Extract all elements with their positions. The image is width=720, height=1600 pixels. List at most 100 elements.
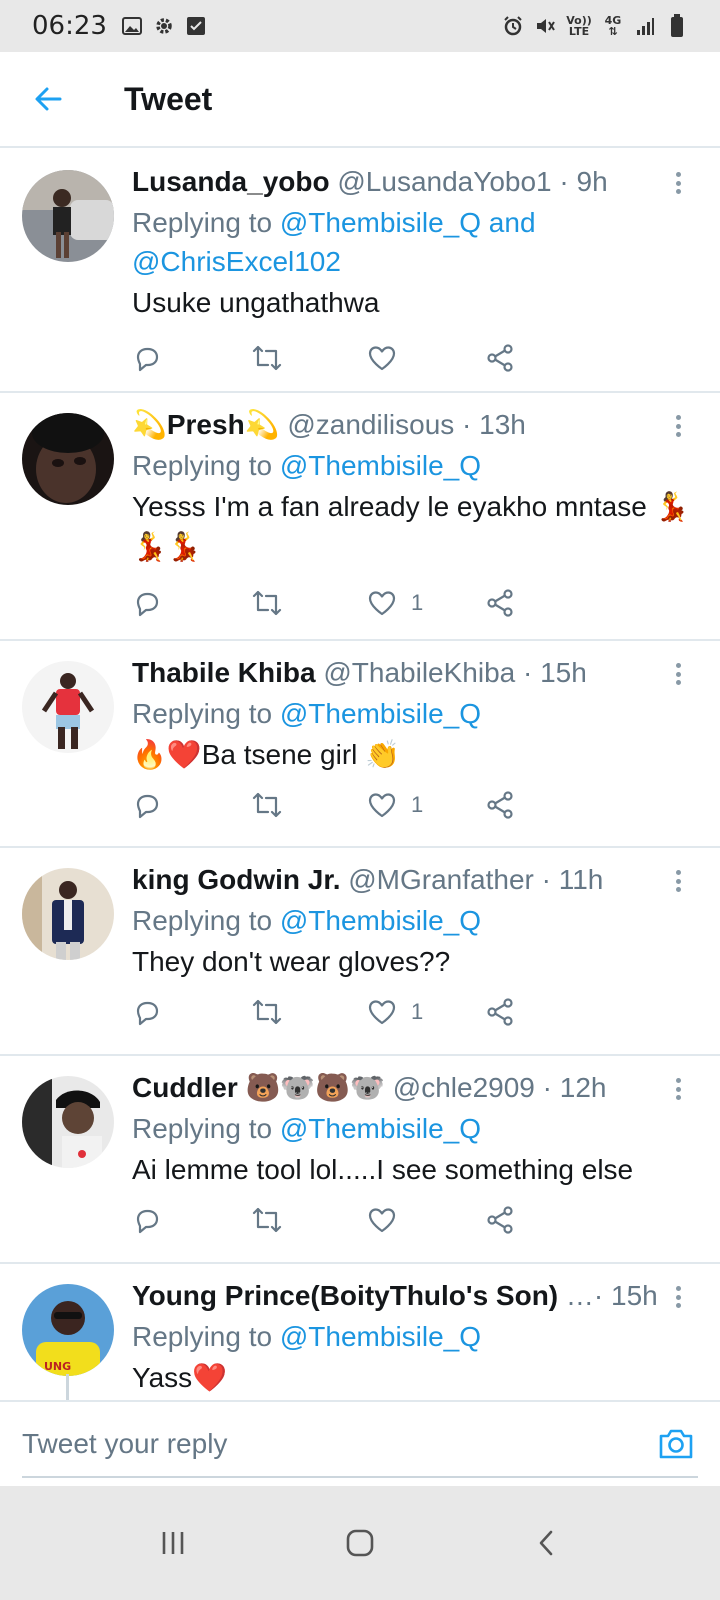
- tweet-text: Ai lemme tool lol.....I see something el…: [132, 1154, 634, 1185]
- tweet-item[interactable]: king Godwin Jr. @MGranfather · 11h Reply…: [0, 848, 720, 1056]
- recent-apps-button[interactable]: [143, 1513, 203, 1573]
- tweet-item[interactable]: Cuddler 🐻🐨🐻🐨 @chle2909 · 12h Replying to…: [0, 1056, 720, 1264]
- like-button[interactable]: 1: [367, 785, 485, 825]
- author-name[interactable]: 💫Presh💫: [132, 409, 280, 440]
- reply-icon: [136, 794, 159, 819]
- like-button[interactable]: [367, 1200, 485, 1240]
- mute-icon: [534, 15, 556, 37]
- retweet-button[interactable]: [250, 992, 368, 1032]
- back-button[interactable]: [18, 69, 78, 129]
- more-options-icon[interactable]: [666, 659, 690, 689]
- reply-feed[interactable]: Lusanda_yobo @LusandaYobo1 · 9h Replying…: [0, 150, 720, 1400]
- author-name[interactable]: king Godwin Jr.: [132, 864, 340, 895]
- signal-icon: [634, 15, 656, 37]
- share-icon: [486, 998, 513, 1026]
- reply-icon: [136, 347, 159, 372]
- gear-icon: [153, 15, 175, 37]
- like-icon: [368, 793, 396, 818]
- tweet-item[interactable]: 💫Presh💫 @zandilisous · 13h Replying to @…: [0, 393, 720, 641]
- system-nav-bar: [0, 1486, 720, 1600]
- avatar[interactable]: [22, 413, 114, 505]
- camera-button[interactable]: [654, 1422, 698, 1466]
- system-back-button[interactable]: [517, 1513, 577, 1573]
- tweet-actions: [132, 1200, 602, 1240]
- author-meta: @zandilisous · 13h: [279, 409, 526, 440]
- more-options-icon[interactable]: [666, 168, 690, 198]
- share-button[interactable]: [485, 1200, 603, 1240]
- avatar[interactable]: [22, 170, 114, 262]
- 4g-icon: 4G ⇅: [604, 14, 622, 38]
- share-button[interactable]: [485, 338, 603, 378]
- retweet-button[interactable]: [250, 583, 368, 623]
- more-options-icon[interactable]: [666, 1282, 690, 1312]
- author-meta: …· 15h: [558, 1280, 658, 1311]
- status-time: 06:23: [32, 11, 107, 41]
- author-name[interactable]: Cuddler 🐻🐨🐻🐨: [132, 1072, 385, 1103]
- reply-button[interactable]: [132, 785, 250, 825]
- mention-link[interactable]: @Thembisile_Q: [280, 905, 481, 936]
- alarm-icon: [502, 15, 524, 37]
- reply-icon: [136, 1209, 159, 1234]
- replying-to: Replying to @Thembisile_Q: [132, 698, 482, 729]
- retweet-button[interactable]: [250, 338, 368, 378]
- author-meta: @LusandaYobo1 · 9h: [329, 166, 608, 197]
- tweet-actions: 1: [132, 992, 602, 1032]
- battery-icon: [666, 14, 688, 37]
- like-button[interactable]: 1: [367, 583, 485, 623]
- like-icon: [368, 1000, 396, 1025]
- like-icon: [368, 591, 396, 616]
- share-icon: [486, 1206, 513, 1234]
- share-button[interactable]: [485, 583, 603, 623]
- avatar[interactable]: [22, 661, 114, 753]
- mention-link[interactable]: @Thembisile_Q: [280, 450, 481, 481]
- author-meta: @chle2909 · 12h: [385, 1072, 607, 1103]
- replying-to: Replying to @Thembisile_Q: [132, 905, 482, 936]
- tweet-text: Yass❤️: [132, 1362, 228, 1393]
- reply-icon: [136, 592, 159, 617]
- author-name[interactable]: Thabile Khiba: [132, 657, 316, 688]
- replying-to: Replying to @Thembisile_Q and @ChrisExce…: [132, 207, 536, 277]
- reply-button[interactable]: [132, 338, 250, 378]
- tweet-item[interactable]: UNG Young Prince(BoityThulo's Son) …· 15…: [0, 1264, 720, 1400]
- reply-icon: [136, 1001, 159, 1026]
- page-title: Tweet: [124, 80, 213, 117]
- like-button[interactable]: 1: [367, 992, 485, 1032]
- retweet-button[interactable]: [250, 785, 368, 825]
- more-options-icon[interactable]: [666, 411, 690, 441]
- retweet-icon: [252, 999, 281, 1025]
- mention-link[interactable]: @Thembisile_Q: [280, 698, 481, 729]
- home-button[interactable]: [330, 1513, 390, 1573]
- tweet-item[interactable]: Thabile Khiba @ThabileKhiba · 15h Replyi…: [0, 641, 720, 848]
- retweet-icon: [252, 590, 281, 616]
- tweet-text: 🔥❤️Ba tsene girl 👏: [132, 739, 401, 770]
- like-button[interactable]: [367, 338, 485, 378]
- author-meta: @ThabileKhiba · 15h: [315, 657, 587, 688]
- tweet-text: Usuke ungathathwa: [132, 287, 380, 318]
- share-button[interactable]: [485, 785, 603, 825]
- more-options-icon[interactable]: [666, 1074, 690, 1104]
- reply-input[interactable]: [22, 1424, 622, 1464]
- tweet-actions: 1: [132, 583, 602, 623]
- author-name[interactable]: Lusanda_yobo: [132, 166, 330, 197]
- like-icon: [368, 346, 396, 371]
- reply-button[interactable]: [132, 583, 250, 623]
- avatar[interactable]: UNG: [22, 1284, 114, 1376]
- share-button[interactable]: [485, 992, 603, 1032]
- mention-link[interactable]: @Thembisile_Q: [280, 1113, 481, 1144]
- share-icon: [486, 344, 513, 372]
- tweet-item[interactable]: Lusanda_yobo @LusandaYobo1 · 9h Replying…: [0, 150, 720, 393]
- more-options-icon[interactable]: [666, 866, 690, 896]
- reply-button[interactable]: [132, 992, 250, 1032]
- avatar[interactable]: [22, 868, 114, 960]
- header: Tweet: [0, 52, 720, 148]
- author-name[interactable]: Young Prince(BoityThulo's Son): [132, 1280, 558, 1311]
- retweet-button[interactable]: [250, 1200, 368, 1240]
- tweet-text: Yesss I'm a fan already le eyakho mntase…: [132, 491, 690, 562]
- avatar[interactable]: [22, 1076, 114, 1168]
- check-box-icon: [185, 15, 207, 37]
- like-icon: [368, 1208, 396, 1233]
- mention-link[interactable]: @Thembisile_Q: [280, 1321, 481, 1352]
- retweet-icon: [252, 792, 281, 818]
- replying-to: Replying to @Thembisile_Q: [132, 1113, 482, 1144]
- reply-button[interactable]: [132, 1200, 250, 1240]
